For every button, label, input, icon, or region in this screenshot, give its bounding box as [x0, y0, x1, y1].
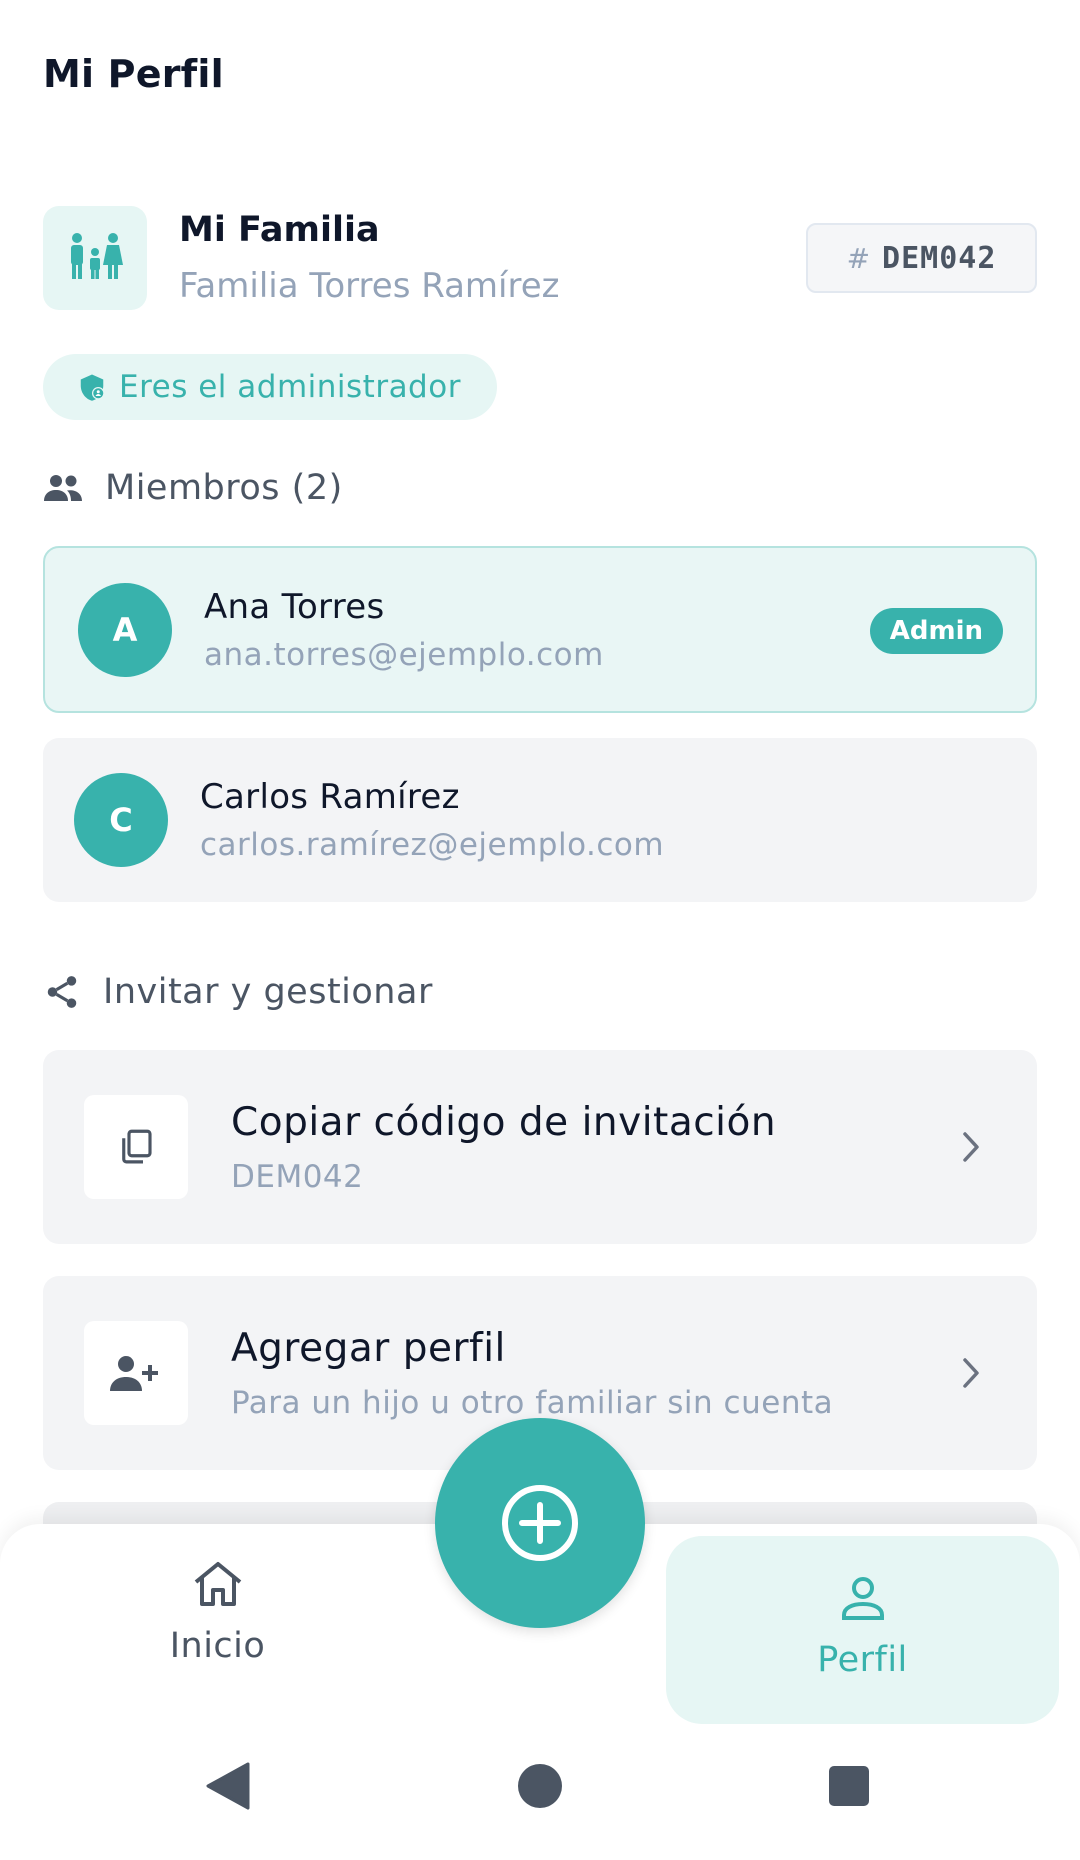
nav-item-perfil[interactable]: Perfil	[666, 1536, 1059, 1724]
page-title: Mi Perfil	[43, 52, 224, 96]
member-row-ana[interactable]: A Ana Torres ana.torres@ejemplo.com Admi…	[43, 546, 1037, 713]
people-icon	[44, 475, 82, 501]
copy-invite-code-button[interactable]: Copiar código de invitación DEM042	[43, 1050, 1037, 1244]
share-icon	[47, 976, 77, 1008]
home-button-icon[interactable]	[516, 1762, 564, 1810]
home-icon	[194, 1562, 241, 1606]
action-subtitle: Para un hijo u otro familiar sin cuenta	[231, 1384, 834, 1421]
family-code-chip[interactable]: # DEM042	[806, 223, 1037, 293]
action-title: Copiar código de invitación	[231, 1099, 777, 1145]
members-section-header: Miembros (2)	[43, 468, 343, 508]
add-person-icon	[84, 1321, 188, 1425]
member-row-carlos[interactable]: C Carlos Ramírez carlos.ramírez@ejemplo.…	[43, 738, 1037, 902]
member-email: carlos.ramírez@ejemplo.com	[200, 827, 665, 863]
add-circle-icon	[502, 1485, 578, 1561]
person-icon	[841, 1577, 884, 1620]
nav-item-label: Inicio	[169, 1626, 266, 1666]
admin-status-text: Eres el administrador	[119, 369, 461, 405]
action-subtitle: DEM042	[231, 1158, 364, 1195]
chevron-right-icon	[963, 1132, 979, 1162]
back-icon[interactable]	[206, 1762, 250, 1810]
add-fab-button[interactable]	[435, 1418, 645, 1628]
avatar: A	[78, 582, 172, 677]
member-name: Ana Torres	[204, 586, 385, 627]
nav-item-label: Perfil	[817, 1640, 908, 1680]
recents-icon[interactable]	[827, 1764, 871, 1808]
nav-item-inicio[interactable]: Inicio	[120, 1560, 315, 1710]
family-name: Familia Torres Ramírez	[179, 266, 560, 306]
system-navigation-bar	[0, 1724, 1080, 1860]
member-email: ana.torres@ejemplo.com	[204, 636, 604, 673]
invite-section-header: Invitar y gestionar	[43, 972, 433, 1012]
admin-role-badge: Admin	[869, 608, 1003, 654]
family-label: Mi Familia	[179, 210, 380, 250]
copy-icon	[84, 1095, 188, 1199]
action-title: Agregar perfil	[231, 1325, 506, 1371]
avatar: C	[74, 773, 168, 867]
shield-person-icon	[80, 374, 105, 401]
hash-icon: #	[846, 241, 871, 275]
invite-section-title: Invitar y gestionar	[103, 972, 433, 1012]
chevron-right-icon	[963, 1358, 979, 1388]
family-code: DEM042	[882, 240, 997, 276]
admin-status-badge: Eres el administrador	[43, 354, 497, 420]
member-name: Carlos Ramírez	[200, 777, 460, 817]
members-section-title: Miembros (2)	[105, 468, 343, 508]
family-icon	[43, 206, 147, 310]
